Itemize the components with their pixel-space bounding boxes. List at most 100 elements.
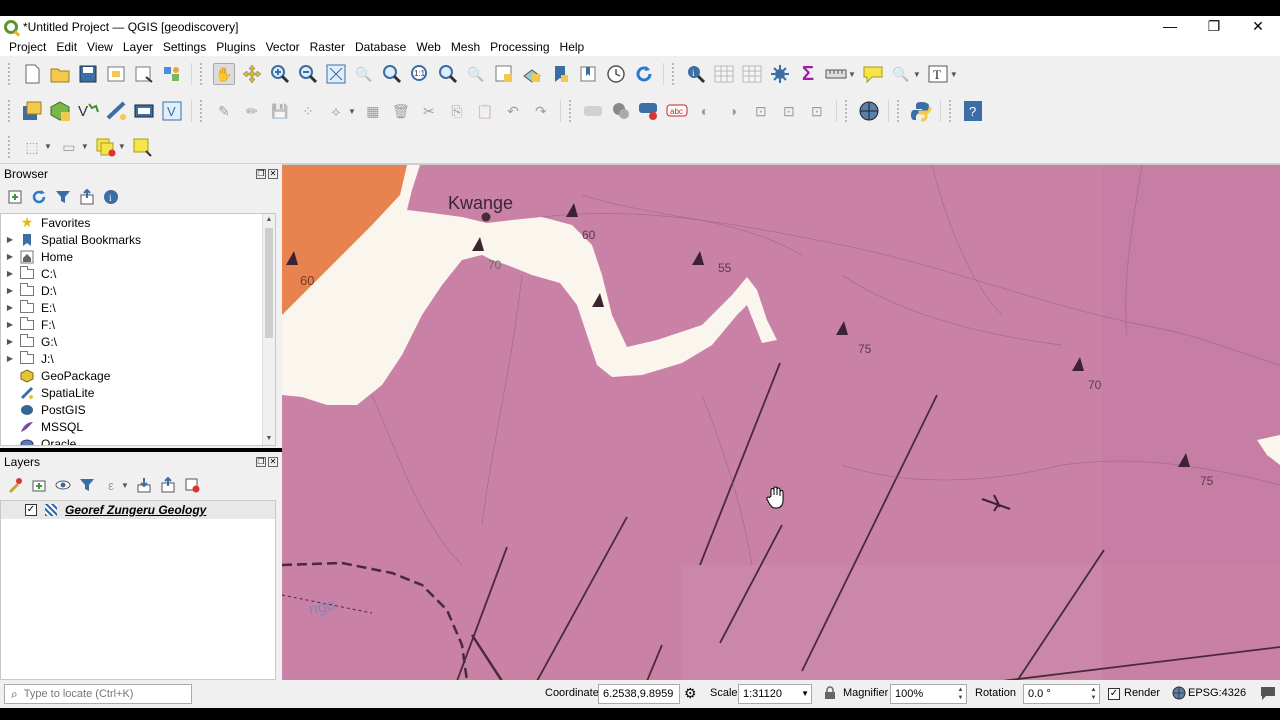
select-dropdown-icon[interactable]: ▼ <box>913 70 921 79</box>
browser-item-drive-d[interactable]: ▶ D:\ <box>1 282 275 299</box>
new-print-layout-icon[interactable] <box>105 63 127 85</box>
style-manager-icon[interactable] <box>161 63 183 85</box>
browser-item-geopackage[interactable]: GeoPackage <box>1 367 275 384</box>
map-tips-icon[interactable] <box>862 63 884 85</box>
select-features-icon[interactable]: ⬚ <box>21 136 43 158</box>
menu-layer[interactable]: Layer <box>118 40 158 54</box>
crs-label[interactable]: EPSG:4326 <box>1188 687 1246 699</box>
filter-dropdown-icon[interactable]: ▼ <box>121 481 129 490</box>
cut-features-icon[interactable]: ✂ <box>418 100 440 122</box>
data-source-manager-icon[interactable] <box>21 100 43 122</box>
change-label-icon[interactable]: ⊡ <box>806 100 828 122</box>
move-label-icon[interactable]: ⊡ <box>750 100 772 122</box>
expand-arrow-icon[interactable]: ▶ <box>1 337 19 346</box>
expand-arrow-icon[interactable]: ▶ <box>1 269 19 278</box>
crs-globe-icon[interactable] <box>1172 686 1186 703</box>
toolbar-handle[interactable] <box>8 100 11 122</box>
new-temporary-layer-icon[interactable]: V <box>161 100 183 122</box>
chevron-down-icon[interactable]: ▼ <box>801 685 809 703</box>
new-shapefile-layer-icon[interactable]: V <box>77 100 99 122</box>
open-project-icon[interactable] <box>49 63 71 85</box>
expand-all-icon[interactable] <box>135 476 153 494</box>
processing-toolbox-icon[interactable] <box>769 63 791 85</box>
properties-icon[interactable]: i <box>102 188 120 206</box>
menu-processing[interactable]: Processing <box>485 40 554 54</box>
lock-scale-icon[interactable] <box>824 686 836 703</box>
annotation-dropdown-icon[interactable]: ▼ <box>950 70 958 79</box>
vertex-dropdown-icon[interactable]: ▼ <box>348 107 356 116</box>
paste-features-icon[interactable]: 📋 <box>474 100 496 122</box>
toolbar-handle[interactable] <box>200 63 203 85</box>
menu-vector[interactable]: Vector <box>261 40 305 54</box>
zoom-native-resolution-icon[interactable]: 1:1 <box>409 63 431 85</box>
float-panel-icon[interactable]: ❐ <box>256 457 266 467</box>
toolbar-handle[interactable] <box>844 100 848 122</box>
filter-browser-icon[interactable] <box>54 188 72 206</box>
browser-item-oracle[interactable]: Oracle <box>1 435 275 445</box>
undo-icon[interactable]: ↶ <box>502 100 524 122</box>
deselect-dropdown-icon[interactable]: ▼ <box>118 142 126 151</box>
layer-diagram-options-icon[interactable] <box>610 100 632 122</box>
menu-raster[interactable]: Raster <box>305 40 350 54</box>
filter-legend-icon[interactable] <box>78 476 96 494</box>
expand-arrow-icon[interactable]: ▶ <box>1 303 19 312</box>
collapse-all-icon[interactable] <box>78 188 96 206</box>
spin-arrows-icon[interactable]: ▲ ▼ <box>956 686 965 702</box>
measure-line-icon[interactable] <box>825 63 847 85</box>
temporal-controller-icon[interactable] <box>605 63 627 85</box>
layer-visibility-checkbox[interactable]: ✓ <box>25 504 37 516</box>
save-project-icon[interactable] <box>77 63 99 85</box>
zoom-in-icon[interactable] <box>269 63 291 85</box>
browser-item-drive-g[interactable]: ▶ G:\ <box>1 333 275 350</box>
expand-arrow-icon[interactable]: ▶ <box>1 235 19 244</box>
remove-layer-icon[interactable] <box>183 476 201 494</box>
minimize-button[interactable]: — <box>1148 16 1192 38</box>
scroll-up-icon[interactable]: ▲ <box>263 214 275 226</box>
menu-settings[interactable]: Settings <box>158 40 211 54</box>
expand-arrow-icon[interactable]: ▶ <box>1 286 19 295</box>
copy-features-icon[interactable]: ⎘ <box>446 100 468 122</box>
new-project-icon[interactable] <box>21 63 43 85</box>
add-group-icon[interactable] <box>30 476 48 494</box>
map-canvas[interactable]: Kwange 60 70 60 55 75 70 75 ngo <box>282 164 1280 680</box>
refresh-browser-icon[interactable] <box>30 188 48 206</box>
add-selected-layers-icon[interactable] <box>6 188 24 206</box>
toggle-editing-icon[interactable]: ✏ <box>241 100 263 122</box>
browser-item-drive-e[interactable]: ▶ E:\ <box>1 299 275 316</box>
menu-database[interactable]: Database <box>350 40 411 54</box>
georeferencer-globe-icon[interactable] <box>858 100 880 122</box>
magnifier-spinbox[interactable]: 100% ▲ ▼ <box>890 684 967 704</box>
browser-item-spatial-bookmarks[interactable]: ▶ Spatial Bookmarks <box>1 231 275 248</box>
highlight-pinned-labels-icon[interactable] <box>638 100 660 122</box>
new-geopackage-layer-icon[interactable] <box>49 100 71 122</box>
scroll-down-icon[interactable]: ▼ <box>263 433 275 445</box>
toolbar-handle[interactable] <box>568 100 572 122</box>
pin-labels-icon[interactable]: ◐ <box>694 100 716 122</box>
select-all-icon[interactable] <box>132 136 154 158</box>
new-map-view-icon[interactable] <box>493 63 515 85</box>
new-spatialite-layer-icon[interactable] <box>105 100 127 122</box>
menu-project[interactable]: Project <box>4 40 51 54</box>
open-attribute-table-icon[interactable] <box>713 63 735 85</box>
save-edits-icon[interactable]: 💾 <box>269 100 291 122</box>
scrollbar-thumb[interactable] <box>265 228 273 338</box>
menu-edit[interactable]: Edit <box>51 40 82 54</box>
zoom-last-icon[interactable] <box>437 63 459 85</box>
rotation-spinbox[interactable]: 0.0 ° ▲ ▼ <box>1023 684 1100 704</box>
expand-arrow-icon[interactable]: ▶ <box>1 354 19 363</box>
browser-item-drive-j[interactable]: ▶ J:\ <box>1 350 275 367</box>
filter-by-expression-icon[interactable]: ε <box>102 476 120 494</box>
rotate-label-icon[interactable]: ⊡ <box>778 100 800 122</box>
browser-item-spatialite[interactable]: SpatiaLite <box>1 384 275 401</box>
field-calculator-icon[interactable] <box>741 63 763 85</box>
close-panel-icon[interactable]: ✕ <box>268 457 278 467</box>
manage-map-themes-icon[interactable] <box>54 476 72 494</box>
toolbar-handle[interactable] <box>896 100 900 122</box>
zoom-next-icon[interactable]: 🔍 <box>465 63 487 85</box>
close-panel-icon[interactable]: ✕ <box>268 169 278 179</box>
help-icon[interactable]: ? <box>962 100 984 122</box>
browser-scrollbar[interactable]: ▲ ▼ <box>262 214 275 445</box>
add-feature-icon[interactable]: ⁘ <box>297 100 319 122</box>
new-virtual-layer-icon[interactable] <box>133 100 155 122</box>
select-by-location-icon[interactable]: 🔍 <box>890 63 912 85</box>
